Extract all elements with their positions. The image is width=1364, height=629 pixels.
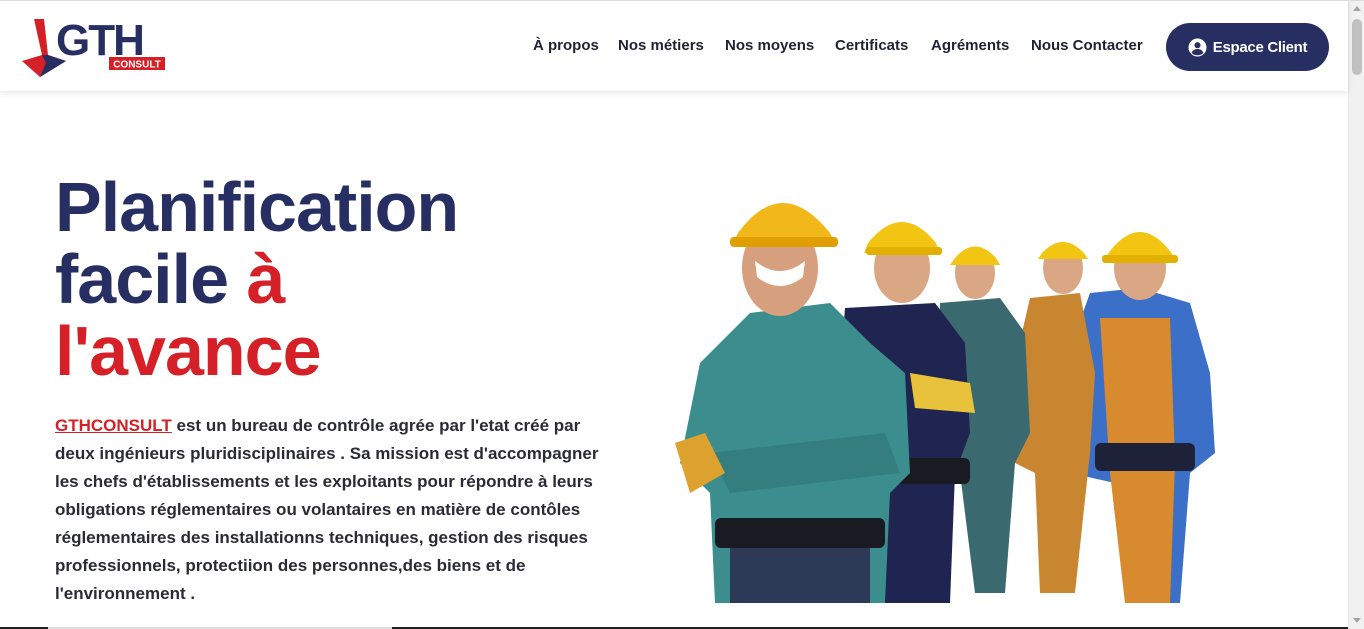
nav-nous-contacter[interactable]: Nous Contacter [1031, 37, 1143, 54]
hero-title-line2a: facile [55, 240, 229, 318]
gthconsult-link[interactable]: GTHCONSULT [55, 416, 172, 435]
espace-client-label: Espace Client [1212, 38, 1308, 56]
scroll-up-arrow-icon[interactable] [1353, 6, 1361, 11]
hero-title-line3: l'avance [55, 312, 322, 390]
nav-nos-metiers[interactable]: Nos métiers [618, 37, 704, 54]
hero-description-body: est un bureau de contrôle agrée par l'et… [55, 416, 599, 603]
construction-workers-illustration [675, 203, 1215, 603]
nav-agrements[interactable]: Agréments [931, 37, 1009, 54]
vertical-scrollbar[interactable] [1348, 1, 1364, 629]
hero-title-line1: Planification [55, 168, 459, 246]
site-header: GTH CONSULT À propos Nos métiers Nos moy… [0, 1, 1348, 91]
page: GTH CONSULT À propos Nos métiers Nos moy… [0, 0, 1364, 629]
hero-description: GTHCONSULT est un bureau de contrôle agr… [55, 412, 615, 608]
espace-client-button[interactable]: Espace Client [1166, 23, 1329, 71]
logo-sub-text: CONSULT [113, 60, 161, 71]
nav-nos-moyens[interactable]: Nos moyens [725, 37, 814, 54]
nav-a-propos[interactable]: À propos [533, 37, 599, 54]
nav-certificats[interactable]: Certificats [835, 37, 908, 54]
company-logo[interactable]: GTH CONSULT [20, 15, 170, 79]
hero-title: Planification facile à l'avance [55, 168, 459, 390]
scroll-down-arrow-icon[interactable] [1353, 618, 1361, 623]
scroll-thumb[interactable] [1352, 19, 1362, 75]
user-circle-icon [1188, 37, 1207, 57]
hero-title-line2b: à [246, 240, 285, 318]
